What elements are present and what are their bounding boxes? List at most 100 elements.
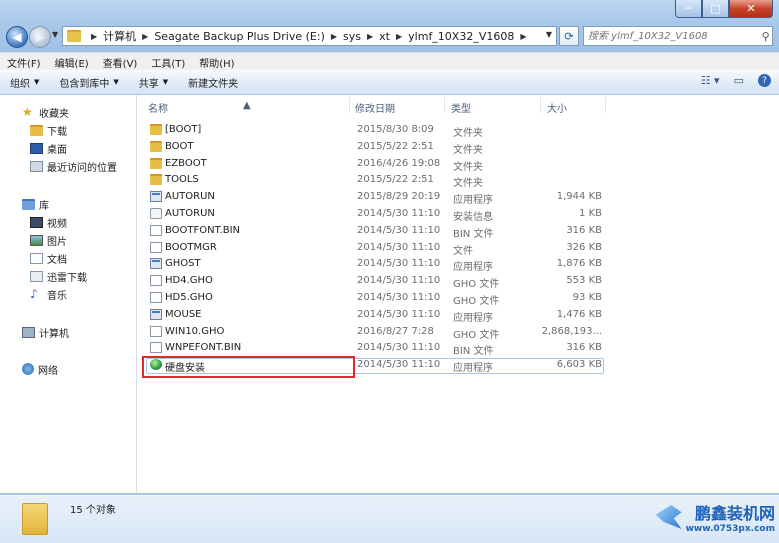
breadcrumb-computer[interactable]: 计算机 <box>103 28 136 44</box>
sort-up-icon: ▲ <box>243 100 251 111</box>
search-input[interactable] <box>584 29 760 43</box>
chevron-right-icon[interactable]: ▶ <box>396 32 402 41</box>
menu-help[interactable]: 帮助(H) <box>192 55 241 70</box>
file-size: 1,876 KB <box>556 258 602 270</box>
dropdown-arrow-icon: ▼ <box>162 78 169 86</box>
back-button[interactable]: ◀ <box>6 26 28 48</box>
nav-computer-label: 计算机 <box>39 328 69 340</box>
nav-favorites[interactable]: ★ 收藏夹 <box>22 104 69 120</box>
table-row[interactable]: AUTORUN 2014/5/30 11:10 安装信息 1 KB <box>145 206 605 223</box>
address-bar[interactable]: ▶ 计算机 ▶ Seagate Backup Plus Drive (E:) ▶ s… <box>62 26 557 46</box>
file-modified-date: 2014/5/30 11:10 <box>357 308 441 320</box>
minimize-button[interactable]: ─ <box>675 0 702 18</box>
table-row[interactable]: BOOTFONT.BIN 2014/5/30 11:10 BIN 文件 316 KB <box>145 223 605 240</box>
watermark-brand: 鹏鑫装机网 <box>694 504 775 523</box>
column-type[interactable]: 类型 <box>451 100 471 115</box>
menu-view[interactable]: 查看(V) <box>96 55 145 70</box>
table-row[interactable]: TOOLS 2015/5/22 2:51 文件夹 <box>145 172 605 190</box>
nav-network-label: 网络 <box>38 365 58 377</box>
network-icon <box>22 363 34 375</box>
file-name: GHOST <box>165 258 201 270</box>
file-modified-date: 2014/5/30 11:10 <box>357 224 441 236</box>
search-icon[interactable]: ⚲ <box>759 30 772 43</box>
chevron-right-icon[interactable]: ▶ <box>142 32 148 41</box>
file-type: 文件夹 <box>453 178 483 190</box>
file-icon <box>150 275 162 287</box>
chevron-right-icon[interactable]: ▶ <box>331 32 337 41</box>
search-box[interactable]: ⚲ <box>583 26 773 46</box>
chevron-right-icon[interactable]: ▶ <box>520 32 526 41</box>
new-folder-button[interactable]: 新建文件夹 <box>178 75 248 90</box>
chevron-right-icon[interactable]: ▶ <box>367 32 373 41</box>
nav-downloads[interactable]: 下载 <box>30 122 67 138</box>
table-row[interactable]: AUTORUN 2015/8/29 20:19 应用程序 1,944 KB <box>145 189 605 206</box>
breadcrumb-current-folder[interactable]: ylmf_10X32_V1608 <box>408 30 514 43</box>
refresh-button[interactable]: ⟳ <box>559 26 579 46</box>
nav-computer[interactable]: 计算机 <box>22 324 69 340</box>
file-size: 93 KB <box>572 292 602 303</box>
menu-tools[interactable]: 工具(T) <box>144 55 192 70</box>
file-size: 2,868,193... <box>541 325 602 337</box>
recent-pages-dropdown[interactable]: ▼ <box>52 30 58 39</box>
nav-network[interactable]: 网络 <box>22 361 58 377</box>
chevron-right-icon[interactable]: ▶ <box>91 32 97 41</box>
nav-recent-places[interactable]: 最近访问的位置 <box>30 158 117 174</box>
maximize-button[interactable]: □ <box>702 0 729 18</box>
breadcrumb-xt[interactable]: xt <box>379 30 390 43</box>
file-size: 1,476 KB <box>556 308 602 320</box>
nav-documents[interactable]: 文档 <box>30 250 67 266</box>
watermark-bird-logo-icon <box>655 505 682 529</box>
file-type: GHO 文件 <box>453 296 500 307</box>
nav-pictures[interactable]: 图片 <box>30 232 67 248</box>
nav-videos[interactable]: 视频 <box>30 214 67 230</box>
file-type: 文件夹 <box>453 144 483 156</box>
menu-edit[interactable]: 编辑(E) <box>48 55 96 70</box>
table-row[interactable]: BOOT 2015/5/22 2:51 文件夹 <box>145 139 605 156</box>
caption-buttons: ─ □ ✕ <box>675 0 773 18</box>
nav-music-label: 音乐 <box>47 290 67 302</box>
menu-bar: 文件(F) 编辑(E) 查看(V) 工具(T) 帮助(H) <box>0 52 779 71</box>
file-size: 1,944 KB <box>556 191 602 203</box>
share-button[interactable]: 共享 ▼ <box>129 75 178 90</box>
column-modified[interactable]: 修改日期 <box>355 100 395 115</box>
close-button[interactable]: ✕ <box>729 0 773 18</box>
file-modified-date: 2015/5/22 2:51 <box>357 140 434 152</box>
file-modified-date: 2015/5/22 2:51 <box>357 174 434 186</box>
help-icon[interactable]: ? <box>758 74 771 87</box>
file-modified-date: 2016/4/26 19:08 <box>357 157 441 169</box>
breadcrumb-sys[interactable]: sys <box>343 30 361 43</box>
table-row[interactable]: WIN10.GHO 2016/8/27 7:28 GHO 文件 2,868,193..… <box>145 324 605 341</box>
preview-pane-icon[interactable]: ▭ <box>734 74 744 87</box>
view-options-icon[interactable]: ☷ ▾ <box>701 74 720 87</box>
menu-file[interactable]: 文件(F) <box>0 55 48 70</box>
address-history-dropdown[interactable]: ▼ <box>546 30 552 39</box>
nav-desktop[interactable]: 桌面 <box>30 140 67 156</box>
breadcrumb-drive[interactable]: Seagate Backup Plus Drive (E:) <box>154 30 325 43</box>
file-modified-date: 2016/8/27 7:28 <box>357 325 434 337</box>
forward-button[interactable]: ▶ <box>29 26 51 48</box>
column-size[interactable]: 大小 <box>547 100 567 115</box>
table-row[interactable]: WNPEFONT.BIN 2014/5/30 11:10 BIN 文件 316 KB <box>145 340 605 358</box>
new-folder-label: 新建文件夹 <box>188 78 239 90</box>
table-row[interactable]: EZBOOT 2016/4/26 19:08 文件夹 <box>145 156 605 173</box>
folder-icon <box>150 157 162 169</box>
file-icon <box>150 325 162 337</box>
nav-libraries[interactable]: 库 <box>22 196 49 212</box>
downloads-folder-icon <box>30 124 43 136</box>
table-row[interactable]: HD5.GHO 2014/5/30 11:10 GHO 文件 93 KB <box>145 290 605 307</box>
file-type: BIN 文件 <box>453 346 494 358</box>
item-count: 15 个对象 <box>70 505 116 516</box>
nav-music[interactable]: ♪ 音乐 <box>30 286 67 302</box>
table-row[interactable]: HD4.GHO 2014/5/30 11:10 GHO 文件 553 KB <box>145 273 605 290</box>
column-name[interactable]: 名称 <box>148 100 168 115</box>
table-row[interactable]: MOUSE 2014/5/30 11:10 应用程序 1,476 KB <box>145 307 605 324</box>
nav-xunlei-downloads[interactable]: 迅雷下载 <box>30 268 87 284</box>
table-row[interactable]: BOOTMGR 2014/5/30 11:10 文件 326 KB <box>145 240 605 257</box>
organize-button[interactable]: 组织 ▼ <box>0 75 49 90</box>
table-row[interactable]: [BOOT] 2015/8/30 8:09 文件夹 <box>145 122 605 139</box>
table-row[interactable]: GHOST 2014/5/30 11:10 应用程序 1,876 KB <box>145 256 605 273</box>
include-in-library-button[interactable]: 包含到库中 ▼ <box>49 75 128 90</box>
star-icon: ★ <box>22 104 33 119</box>
file-name: HD4.GHO <box>165 275 213 287</box>
app-icon <box>150 308 162 320</box>
